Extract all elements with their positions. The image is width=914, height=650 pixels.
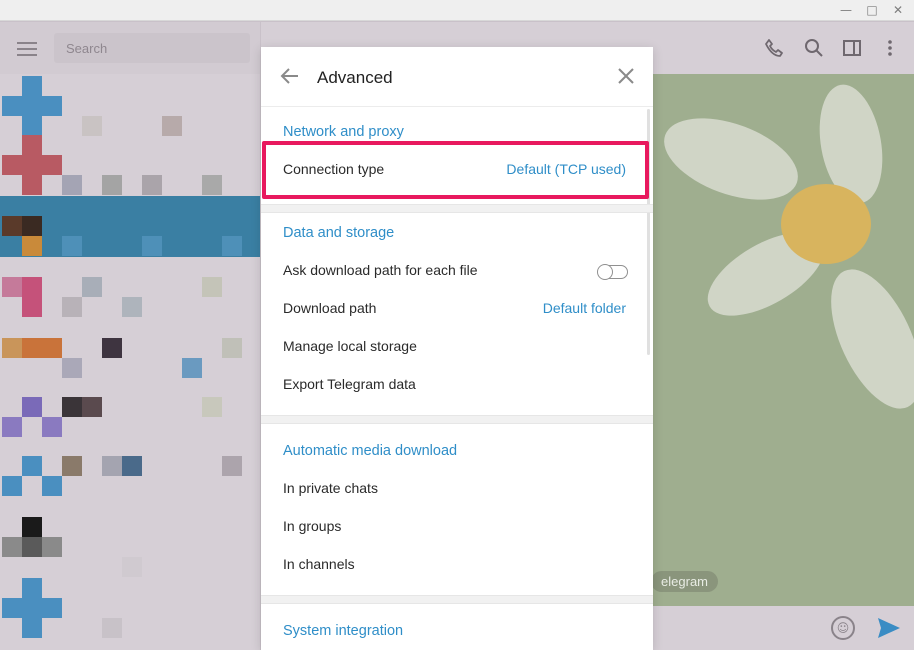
close-window-icon[interactable]: ✕ xyxy=(892,3,904,17)
section-title-system-integration: System integration xyxy=(283,623,404,639)
section-title-data-storage: Data and storage xyxy=(283,225,395,241)
manage-local-storage-row[interactable]: Manage local storage xyxy=(261,328,653,366)
chat-list-item[interactable] xyxy=(0,562,260,638)
channels-row[interactable]: In channels xyxy=(261,546,653,584)
ask-download-path-label: Ask download path for each file xyxy=(283,262,478,278)
export-telegram-data-row[interactable]: Export Telegram data xyxy=(261,366,653,404)
section-divider xyxy=(261,595,653,604)
window-controls: — □ ✕ xyxy=(840,3,904,17)
chat-list-header: Search xyxy=(0,22,260,74)
search-input[interactable]: Search xyxy=(54,33,250,63)
ask-download-path-toggle[interactable] xyxy=(597,263,628,280)
section-title-media-download: Automatic media download xyxy=(283,443,458,459)
export-telegram-data-label: Export Telegram data xyxy=(283,376,416,392)
download-path-label: Download path xyxy=(283,300,377,316)
phone-icon[interactable] xyxy=(764,38,784,58)
chat-list-item-active[interactable] xyxy=(0,196,260,257)
more-vert-icon[interactable] xyxy=(880,38,900,58)
private-chats-row[interactable]: In private chats xyxy=(261,470,653,508)
highlight-box xyxy=(262,141,649,199)
chat-list-item[interactable] xyxy=(0,501,260,577)
chat-list-item[interactable] xyxy=(0,74,260,136)
sidebar-toggle-icon[interactable] xyxy=(842,38,862,58)
maximize-icon[interactable]: □ xyxy=(866,3,878,17)
advanced-settings-dialog: Advanced Network and proxy Connection ty… xyxy=(261,47,653,650)
dialog-header: Advanced xyxy=(261,47,653,107)
back-arrow-icon[interactable] xyxy=(279,65,301,87)
manage-local-storage-label: Manage local storage xyxy=(283,338,417,354)
chat-list-item[interactable] xyxy=(0,318,260,379)
window-title-bar: — □ ✕ xyxy=(0,0,914,21)
emoji-icon[interactable]: ☺ xyxy=(831,616,855,640)
section-divider xyxy=(261,204,653,213)
section-divider xyxy=(261,415,653,424)
close-icon[interactable] xyxy=(617,67,635,85)
chat-list-item[interactable] xyxy=(0,379,260,440)
menu-icon[interactable] xyxy=(17,42,37,56)
minimize-icon[interactable]: — xyxy=(840,3,852,17)
search-icon[interactable] xyxy=(804,38,824,58)
private-chats-label: In private chats xyxy=(283,480,378,496)
download-path-value: Default folder xyxy=(542,300,626,316)
dialog-title: Advanced xyxy=(317,68,393,87)
chat-list-panel: Search xyxy=(0,22,260,650)
download-path-row[interactable]: Download path Default folder xyxy=(261,290,653,328)
groups-row[interactable]: In groups xyxy=(261,508,653,546)
wallpaper-watermark: elegram xyxy=(651,571,718,592)
section-title-network: Network and proxy xyxy=(283,124,404,140)
send-icon[interactable] xyxy=(875,614,903,642)
channels-label: In channels xyxy=(283,556,355,572)
groups-label: In groups xyxy=(283,518,342,534)
ask-download-path-row[interactable]: Ask download path for each file xyxy=(261,252,653,290)
chat-list-item[interactable] xyxy=(0,135,260,196)
chat-list-item[interactable] xyxy=(0,440,260,501)
chat-list-item[interactable] xyxy=(0,257,260,318)
